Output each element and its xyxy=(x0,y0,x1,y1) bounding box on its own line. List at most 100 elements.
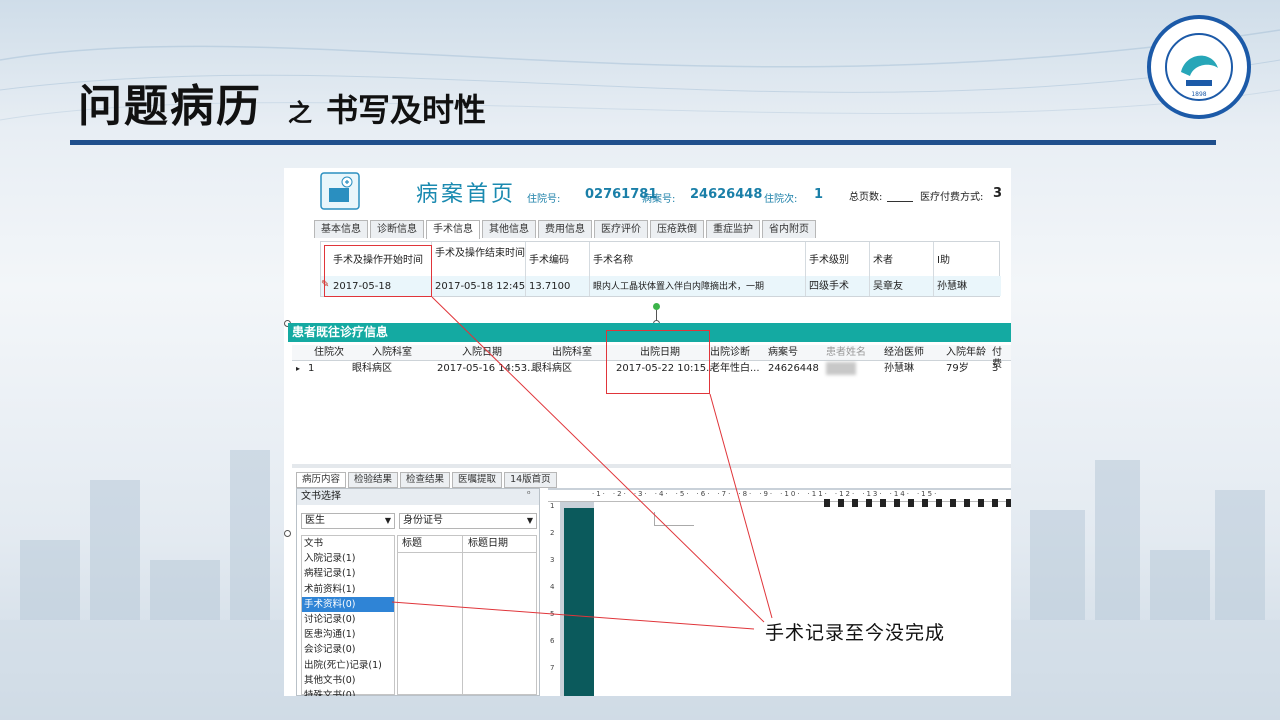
university-seal-logo: 1898 xyxy=(1147,15,1251,119)
tab-province-appendix[interactable]: 省内附页 xyxy=(762,220,816,238)
col-surgeon: 术者 xyxy=(873,255,893,266)
list-item[interactable]: 特殊文书(0) xyxy=(302,688,394,696)
ruler-mark: ·6· xyxy=(696,490,712,498)
splitter[interactable] xyxy=(292,464,1011,468)
slide-title-conjunction: 之 xyxy=(288,99,312,127)
list-item[interactable]: 其他文书(0) xyxy=(302,673,394,688)
tab-basic-info[interactable]: 基本信息 xyxy=(314,220,368,238)
role-select-value: 医生 xyxy=(305,515,325,526)
tab-lab-results[interactable]: 检验结果 xyxy=(348,472,399,488)
visit-count: 1 xyxy=(814,187,824,202)
content-tabs: 病历内容 检验结果 检查结果 医嘱提取 14版首页 xyxy=(296,472,559,488)
col-admit-age: 入院年龄 xyxy=(946,347,986,358)
document-selection-panel: 文书选择 ᵒ 医生 ▼ 身份证号 ▼ 文书 入院记录(1) 病程记录(1) 术前… xyxy=(296,488,540,696)
tab-exam-results[interactable]: 检查结果 xyxy=(400,472,451,488)
vertical-ruler-mark: 5 xyxy=(550,610,555,618)
logo-year: 1898 xyxy=(1191,91,1206,98)
ruler-mark: ·8· xyxy=(738,490,754,498)
tab-icu[interactable]: 重症监护 xyxy=(706,220,760,238)
col-discharge-dept: 出院科室 xyxy=(552,347,592,358)
role-select[interactable]: 医生 ▼ xyxy=(301,513,395,529)
vertical-ruler: 1 2 3 4 5 6 7 xyxy=(548,502,560,696)
cell-surgeon[interactable]: 吴章友 xyxy=(873,281,903,293)
col-title: 标题 xyxy=(402,538,422,549)
document-list: 文书 入院记录(1) 病程记录(1) 术前资料(1) 手术资料(0) 讨论记录(… xyxy=(301,535,395,696)
col-visit: 住院次 xyxy=(314,347,344,358)
id-select-value: 身份证号 xyxy=(403,515,443,526)
list-item[interactable]: 会诊记录(0) xyxy=(302,642,394,657)
col-patient-name: 患者姓名 xyxy=(826,347,866,358)
tab-order-extract[interactable]: 医嘱提取 xyxy=(452,472,503,488)
ruler-mark: ·1· xyxy=(592,490,607,498)
ruler-mark: ·10· xyxy=(780,490,802,498)
cell-discharge-diagnosis[interactable]: 老年性白... xyxy=(710,363,760,375)
col-case-no: 病案号 xyxy=(768,347,798,358)
highlight-surgery-start xyxy=(324,245,432,297)
document-page[interactable] xyxy=(594,499,1011,696)
tab-record-content[interactable]: 病历内容 xyxy=(296,472,347,488)
chevron-down-icon: ▼ xyxy=(384,516,391,525)
emr-screenshot: 病案首页 住院号: 02761781 病案号: 24626448 住院次: 1 … xyxy=(284,168,1011,696)
tab-surgery[interactable]: 手术信息 xyxy=(426,220,480,239)
col-attending: 经治医师 xyxy=(884,347,924,358)
cell-case-no[interactable]: 24626448 xyxy=(768,363,819,375)
resize-handle-left-mid[interactable] xyxy=(284,530,291,537)
slide-title-subtitle: 书写及时性 xyxy=(326,91,487,129)
cell-admit-dept[interactable]: 眼科病区 xyxy=(352,363,392,375)
ruler-mark: ·9· xyxy=(759,490,775,498)
cell-discharge-dept[interactable]: 眼科病区 xyxy=(532,363,572,375)
list-item-selected[interactable]: 手术资料(0) xyxy=(302,596,394,612)
text-cursor-corner xyxy=(654,512,694,526)
id-select[interactable]: 身份证号 ▼ xyxy=(399,513,537,529)
ruler-mark: ·13· xyxy=(862,490,884,498)
cell-surgery-level[interactable]: 四级手术 xyxy=(809,281,849,293)
title-divider xyxy=(70,140,1216,145)
list-item[interactable]: 病程记录(1) xyxy=(302,566,394,581)
document-title-list: 标题 标题日期 xyxy=(397,535,537,695)
tab-diagnosis[interactable]: 诊断信息 xyxy=(370,220,424,238)
case-no-label: 病案号: xyxy=(642,194,676,205)
pin-icon[interactable]: ᵒ xyxy=(527,490,531,500)
cell-admit-date[interactable]: 2017-05-16 14:53... xyxy=(437,363,537,375)
document-editor[interactable]: ·1· ·2· ·3· ·4· ·5· ·6· ·7· ·8· ·9· ·10· ·11· ·12· ·… xyxy=(548,488,1011,696)
clipped-page-heading xyxy=(824,499,1011,507)
cell-attending[interactable]: 孙慧琳 xyxy=(884,363,914,375)
tab-other[interactable]: 其他信息 xyxy=(482,220,536,238)
cell-assistant[interactable]: 孙慧琳 xyxy=(937,281,967,293)
ruler-mark: ·2· xyxy=(612,490,628,498)
ruler-mark: ·5· xyxy=(675,490,691,498)
cell-surgery-code[interactable]: 13.7100 xyxy=(529,281,570,293)
col-assistant: I助 xyxy=(937,255,950,266)
list-item[interactable]: 术前资料(1) xyxy=(302,582,394,597)
payment-value[interactable]: 3 xyxy=(993,186,1002,201)
cell-surgery-end[interactable]: 2017-05-18 12:45 xyxy=(435,281,525,293)
row-pointer-icon: ▸ xyxy=(296,364,301,373)
visit-count-label: 住院次: xyxy=(764,194,798,205)
cell-payment[interactable]: 3 xyxy=(992,363,998,375)
ruler-mark: ·12· xyxy=(834,490,857,498)
list-item[interactable]: 讨论记录(0) xyxy=(302,612,394,627)
col-admit-dept: 入院科室 xyxy=(372,347,412,358)
col-surgery-code: 手术编码 xyxy=(529,255,569,266)
col-admit-date: 入院日期 xyxy=(462,347,502,358)
cell-visit[interactable]: 1 xyxy=(308,363,314,375)
tab-14-homepage[interactable]: 14版首页 xyxy=(504,472,557,488)
tab-fees[interactable]: 费用信息 xyxy=(538,220,592,238)
panel-title: 文书选择 xyxy=(297,489,539,505)
col-title-date: 标题日期 xyxy=(468,538,508,549)
total-pages-field[interactable] xyxy=(887,201,913,202)
list-item[interactable]: 入院记录(1) xyxy=(302,551,394,566)
case-no: 24626448 xyxy=(690,187,763,202)
document-list-header: 文书 xyxy=(304,538,324,549)
ruler-mark: ·4· xyxy=(654,490,670,498)
cell-surgery-name[interactable]: 眼内人工晶状体置入伴白内障摘出术，一期 xyxy=(593,281,764,293)
cell-admit-age[interactable]: 79岁 xyxy=(946,363,969,375)
payment-label: 医疗付费方式: xyxy=(920,192,984,203)
case-homepage-title: 病案首页 xyxy=(416,182,517,207)
list-item[interactable]: 医患沟通(1) xyxy=(302,627,394,642)
tab-evaluation[interactable]: 医疗评价 xyxy=(594,220,648,238)
col-surgery-end: 手术及操作结束时间 xyxy=(435,248,525,259)
list-item[interactable]: 出院(死亡)记录(1) xyxy=(302,658,394,673)
rotate-handle[interactable] xyxy=(653,303,660,310)
tab-pressure-fall[interactable]: 压疮跌倒 xyxy=(650,220,704,238)
